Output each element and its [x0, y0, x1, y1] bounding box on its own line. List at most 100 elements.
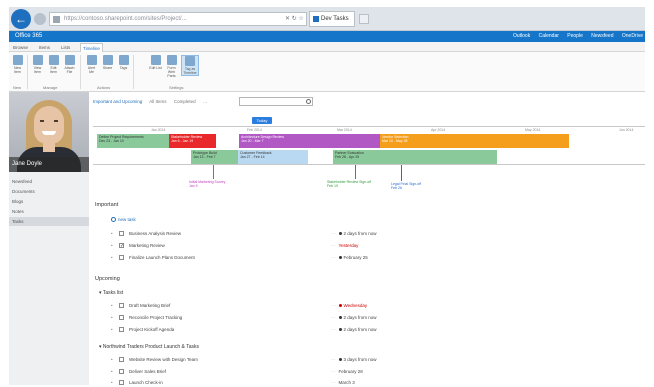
- timeline-callout[interactable]: Legal Final Sign-off Feb 26: [391, 182, 421, 190]
- search-input[interactable]: [239, 97, 313, 106]
- tab-lists[interactable]: Lists: [61, 43, 70, 52]
- edit-list-button[interactable]: Edit List: [149, 55, 162, 70]
- task-checkbox[interactable]: [119, 327, 124, 332]
- profile-photo[interactable]: Jane Doyle: [9, 92, 89, 172]
- suite-link-people[interactable]: People: [567, 33, 583, 39]
- task-checkbox[interactable]: [119, 303, 124, 308]
- forward-button[interactable]: [34, 13, 46, 25]
- task-title[interactable]: Deliver Sales Brief: [129, 367, 166, 376]
- browser-tab[interactable]: Dev Tasks: [309, 11, 355, 27]
- tab-favicon-icon: [313, 16, 319, 22]
- address-bar[interactable]: https://contoso.sharepoint.com/sites/Pro…: [49, 12, 307, 26]
- task-checkbox[interactable]: [119, 231, 124, 236]
- nav-newsfeed[interactable]: Newsfeed: [9, 177, 89, 186]
- share-icon: [102, 55, 113, 65]
- attach-file-button[interactable]: Attach File: [63, 55, 76, 74]
- view-item-button[interactable]: View Item: [31, 55, 44, 74]
- tab-timeline[interactable]: Timeline: [80, 43, 103, 52]
- filter-all-items[interactable]: All Items: [149, 99, 166, 104]
- search-icon[interactable]: [306, 99, 311, 104]
- alert-me-button[interactable]: Alert Me: [85, 55, 98, 74]
- task-checkbox[interactable]: [119, 255, 124, 260]
- timeline-bar[interactable]: Architecture Design Review Jan 20 - Mar 7: [239, 134, 380, 148]
- tab-items[interactable]: Items: [39, 43, 50, 52]
- tab-browse[interactable]: Browse: [13, 43, 28, 52]
- task-checkbox[interactable]: [119, 380, 124, 385]
- suite-link-onedrive[interactable]: OneDrive: [622, 33, 643, 39]
- task-checkbox[interactable]: [119, 357, 124, 362]
- address-tools[interactable]: ✕ ↻ ☆: [285, 13, 304, 25]
- task-row[interactable]: • Business Analysis Review ⋯ 2 days from …: [105, 229, 377, 238]
- filter-important-upcoming[interactable]: Important and Upcoming: [93, 99, 142, 104]
- task-row[interactable]: • Finalize Launch Plans Document ⋯ Februa…: [105, 253, 368, 262]
- view-item-icon: [32, 55, 43, 65]
- filter-more[interactable]: …: [203, 99, 208, 104]
- timeline-bar[interactable]: Prototype Build Jan 13 - Feb 7: [191, 150, 238, 164]
- timeline-bar[interactable]: Partner Evaluation Feb 28 - Apr 25: [333, 150, 497, 164]
- task-title[interactable]: Project Kickoff Agenda: [129, 325, 174, 334]
- task-title[interactable]: Launch Check-in: [129, 378, 163, 387]
- task-title[interactable]: Finalize Launch Plans Document: [129, 253, 195, 262]
- nav-blogs[interactable]: Blogs: [9, 197, 89, 206]
- ellipsis-icon[interactable]: ⋯: [331, 231, 336, 236]
- tick-label: Apr 2014: [431, 128, 446, 132]
- task-title[interactable]: Marketing Review: [129, 241, 165, 250]
- row-marker: •: [111, 369, 113, 374]
- timeline-bar[interactable]: Vendor Selection Mar 10 - May 25: [380, 134, 569, 148]
- timeline-bar[interactable]: Define Project Requirements Dec 23 - Jan …: [97, 134, 169, 148]
- tag-as-timeline-button[interactable]: Tag as Timeline: [181, 55, 199, 76]
- ellipsis-icon[interactable]: ⋯: [331, 303, 336, 308]
- task-checkbox[interactable]: [119, 315, 124, 320]
- edit-item-button[interactable]: Edit Item: [47, 55, 60, 74]
- task-row[interactable]: • Project Kickoff Agenda ⋯ 2 days from no…: [105, 325, 377, 334]
- task-due: ⋯ February 25: [331, 255, 368, 260]
- new-tab-button[interactable]: [359, 14, 369, 24]
- task-row[interactable]: • Website Review with Design Team ⋯ 3 day…: [105, 355, 377, 364]
- task-due: ⋯ February 28: [331, 369, 363, 374]
- tags-button[interactable]: Tags: [117, 55, 130, 70]
- task-title[interactable]: Business Analysis Review: [129, 229, 181, 238]
- suite-link-outlook[interactable]: Outlook: [513, 33, 530, 39]
- timeline-bar[interactable]: Customer Feedback Jan 27 - Feb 14: [238, 150, 308, 164]
- filter-completed[interactable]: Completed: [174, 99, 196, 104]
- ribbon-separator: [27, 55, 28, 89]
- task-row[interactable]: • Reconcile Project Tracking ⋯ 2 days fro…: [105, 313, 377, 322]
- group-title[interactable]: ▾ Northwind Traders Product Launch & Tas…: [99, 344, 199, 350]
- due-dot-icon: [338, 232, 342, 236]
- timeline-callout[interactable]: Initial Marketing Survey Jan 9: [189, 180, 225, 188]
- group-title[interactable]: ▾ Tasks list: [99, 290, 123, 296]
- new-item-button[interactable]: New Item: [11, 55, 24, 74]
- nav-tasks[interactable]: Tasks: [9, 217, 89, 226]
- task-row[interactable]: • Marketing Review ⋯Yesterday: [105, 241, 367, 251]
- timeline-callout[interactable]: Stakeholder Review Sign-off Feb 19: [327, 180, 371, 188]
- ellipsis-icon[interactable]: ⋯: [331, 315, 336, 320]
- nav-notes[interactable]: Notes: [9, 207, 89, 216]
- share-button[interactable]: Share: [101, 55, 114, 70]
- task-row[interactable]: • Launch Check-in ⋯ March 3: [105, 378, 367, 387]
- suite-title[interactable]: Office 365: [15, 31, 42, 42]
- task-title[interactable]: Website Review with Design Team: [129, 355, 198, 364]
- task-row[interactable]: • Draft Marketing Brief ⋯ Wednesday: [105, 301, 367, 310]
- ellipsis-icon[interactable]: ⋯: [331, 243, 336, 248]
- ellipsis-icon[interactable]: ⋯: [331, 357, 336, 362]
- back-button[interactable]: ←: [11, 9, 31, 29]
- profile-name[interactable]: Jane Doyle: [9, 157, 89, 172]
- ellipsis-icon[interactable]: ⋯: [331, 369, 336, 374]
- task-title[interactable]: Draft Marketing Brief: [129, 301, 170, 310]
- timeline-bar[interactable]: Stakeholder Review Jan 6 - Jan 19: [169, 134, 216, 148]
- task-title[interactable]: Reconcile Project Tracking: [129, 313, 182, 322]
- task-due: ⋯ 2 days from now: [331, 327, 377, 332]
- task-row[interactable]: • Deliver Sales Brief ⋯ February 28: [105, 367, 367, 376]
- ellipsis-icon[interactable]: ⋯: [331, 327, 336, 332]
- task-checkbox[interactable]: [119, 242, 124, 251]
- suite-link-calendar[interactable]: Calendar: [539, 33, 559, 39]
- task-checkbox[interactable]: [119, 369, 124, 374]
- row-marker: •: [111, 315, 113, 320]
- ellipsis-icon[interactable]: ⋯: [331, 255, 336, 260]
- suite-link-newsfeed[interactable]: Newsfeed: [591, 33, 613, 39]
- form-web-parts-button[interactable]: Form Web Parts: [165, 55, 178, 78]
- task-due: ⋯ 2 days from now: [331, 315, 377, 320]
- nav-documents[interactable]: Documents: [9, 187, 89, 196]
- ellipsis-icon[interactable]: ⋯: [331, 380, 336, 385]
- new-task-button[interactable]: new task: [111, 217, 136, 223]
